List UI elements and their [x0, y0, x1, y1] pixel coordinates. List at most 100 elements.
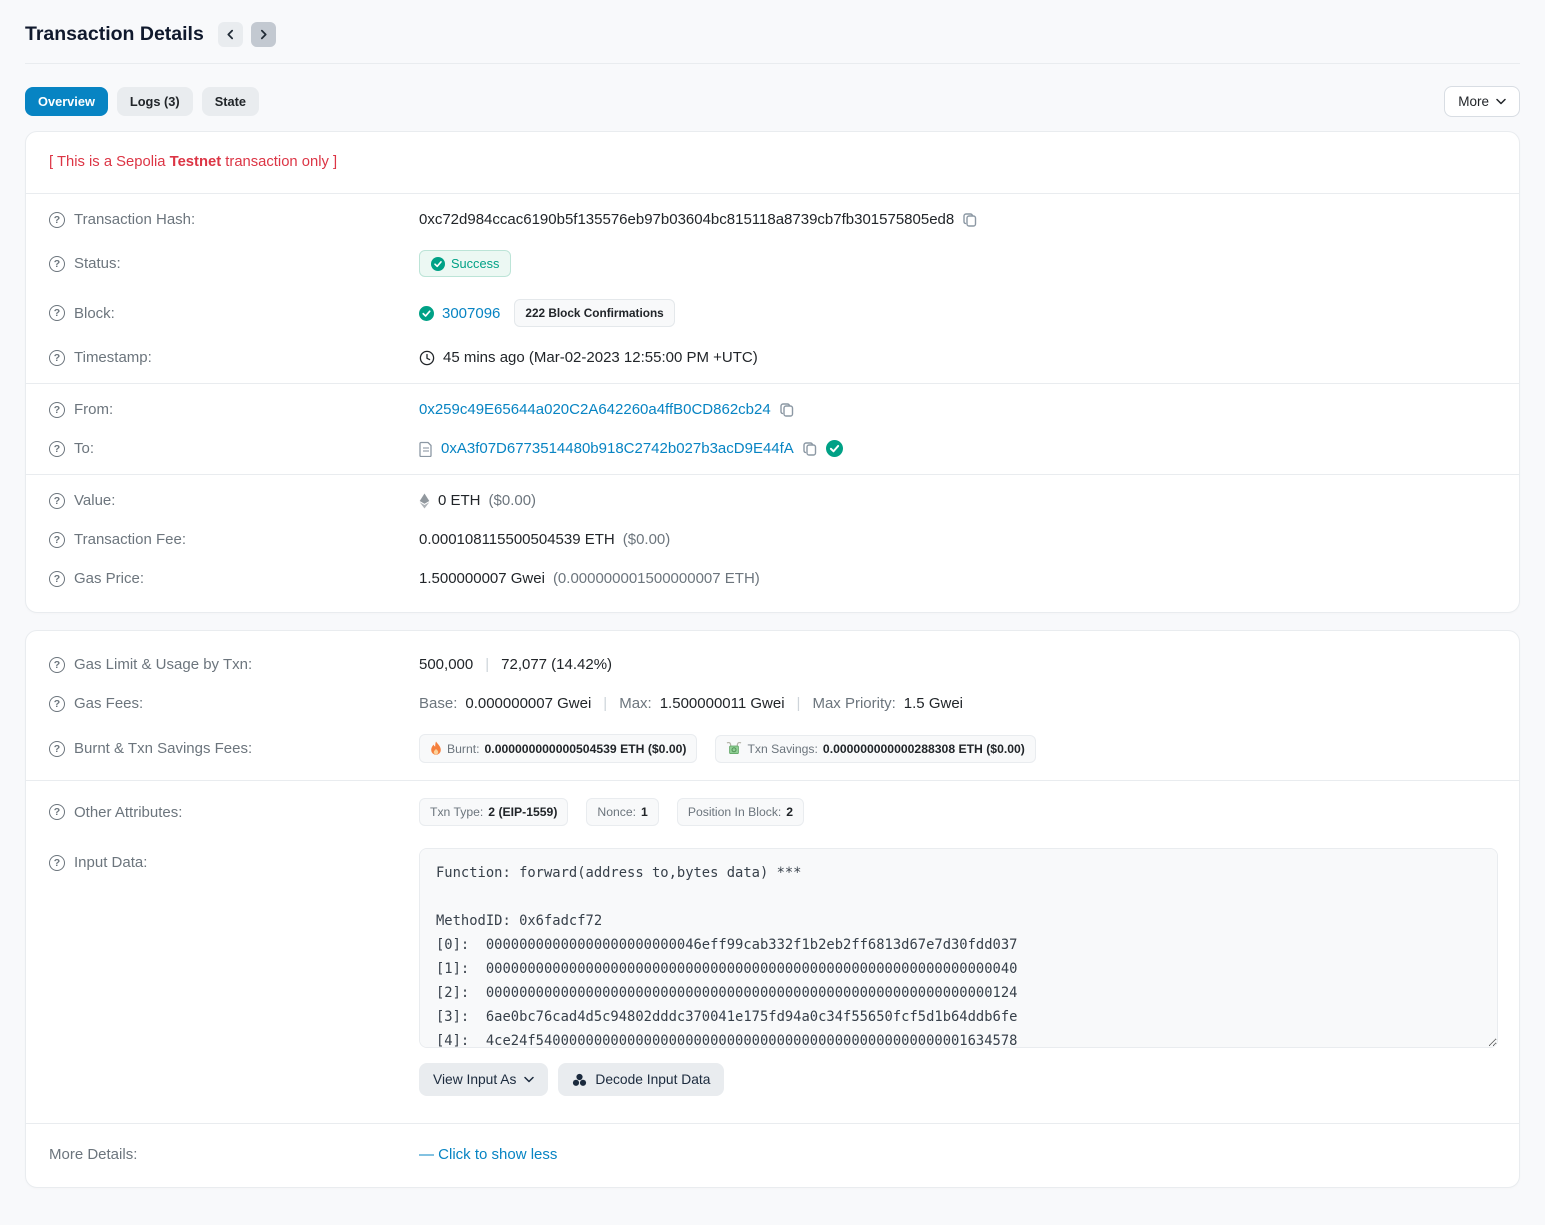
show-less-link[interactable]: — Click to show less	[419, 1146, 557, 1163]
burnt-savings-label: Burnt & Txn Savings Fees:	[74, 740, 252, 757]
chevron-down-icon	[524, 1076, 534, 1083]
help-icon[interactable]: ?	[49, 402, 65, 418]
gas-price-label: Gas Price:	[74, 570, 144, 587]
status-badge: Success	[419, 250, 511, 277]
block-number-link[interactable]: 3007096	[442, 305, 500, 322]
input-data-label: Input Data:	[74, 854, 147, 871]
copy-to-address-button[interactable]	[802, 441, 818, 457]
view-input-as-button[interactable]: View Input As	[419, 1063, 548, 1096]
help-icon[interactable]: ?	[49, 305, 65, 321]
txn-type-badge-value: 2 (EIP-1559)	[488, 805, 557, 819]
position-in-block-badge-value: 2	[786, 805, 793, 819]
tabs: Overview Logs (3) State	[25, 87, 259, 116]
burnt-badge-value: 0.000000000000504539 ETH ($0.00)	[485, 742, 687, 756]
help-icon[interactable]: ?	[49, 532, 65, 548]
separator: |	[481, 656, 493, 673]
copy-from-address-button[interactable]	[779, 402, 795, 418]
nonce-badge-label: Nonce:	[597, 805, 636, 819]
details-card: ? Gas Limit & Usage by Txn: 500,000 | 72…	[25, 630, 1520, 1188]
transaction-fee-label: Transaction Fee:	[74, 531, 186, 548]
transaction-fee-usd: ($0.00)	[623, 531, 671, 548]
block-label: Block:	[74, 305, 115, 322]
help-icon[interactable]: ?	[49, 571, 65, 587]
testnet-warning-suffix: transaction only ]	[221, 154, 337, 170]
next-txn-button[interactable]	[251, 22, 276, 47]
gas-limit-value: 500,000	[419, 656, 473, 673]
flame-icon	[430, 741, 442, 756]
nonce-badge: Nonce: 1	[586, 798, 658, 826]
to-row: ? To: 0xA3f07D6773514480b918C2742b027b3a…	[49, 429, 1496, 468]
verified-check-circle-icon	[826, 440, 843, 457]
to-address-link[interactable]: 0xA3f07D6773514480b918C2742b027b3acD9E44…	[441, 440, 794, 457]
help-icon[interactable]: ?	[49, 741, 65, 757]
gas-price-eth: (0.000000001500000007 ETH)	[553, 570, 760, 587]
more-details-label: More Details:	[49, 1146, 137, 1163]
txn-savings-badge-value: 0.000000000000288308 ETH ($0.00)	[823, 742, 1025, 756]
txn-savings-badge-label: Txn Savings:	[747, 742, 817, 756]
separator: |	[793, 695, 805, 712]
help-icon[interactable]: ?	[49, 696, 65, 712]
max-fee-value: 1.500000011 Gwei	[660, 695, 785, 712]
to-label: To:	[74, 440, 94, 457]
timestamp-value: 45 mins ago (Mar-02-2023 12:55:00 PM +UT…	[443, 349, 758, 366]
from-row: ? From: 0x259c49E65644a020C2A642260a4ffB…	[49, 390, 1496, 429]
overview-card: [ This is a Sepolia Testnet transaction …	[25, 131, 1520, 613]
ethereum-icon	[419, 493, 430, 509]
transaction-hash-row: ? Transaction Hash: 0xc72d984ccac6190b5f…	[49, 200, 1496, 239]
help-icon[interactable]: ?	[49, 657, 65, 673]
help-icon[interactable]: ?	[49, 493, 65, 509]
status-label: Status:	[74, 255, 121, 272]
from-address-link[interactable]: 0x259c49E65644a020C2A642260a4ffB0CD862cb…	[419, 401, 771, 418]
transaction-hash-label: Transaction Hash:	[74, 211, 195, 228]
input-data-row: ? Input Data: Function: forward(address …	[49, 837, 1496, 1107]
previous-txn-button[interactable]	[218, 22, 243, 47]
copy-transaction-hash-button[interactable]	[962, 212, 978, 228]
other-attributes-label: Other Attributes:	[74, 804, 182, 821]
check-circle-icon	[419, 306, 434, 321]
gas-fees-label: Gas Fees:	[74, 695, 143, 712]
help-icon[interactable]: ?	[49, 441, 65, 457]
gas-fees-row: ? Gas Fees: Base: 0.000000007 Gwei | Max…	[49, 684, 1496, 723]
divider	[26, 383, 1519, 384]
more-dropdown-button[interactable]: More	[1444, 86, 1520, 117]
help-icon[interactable]: ?	[49, 256, 65, 272]
copy-icon	[802, 441, 818, 457]
divider	[26, 780, 1519, 781]
txn-nav	[218, 22, 276, 47]
base-fee-label: Base:	[419, 695, 457, 712]
tab-state[interactable]: State	[202, 87, 259, 116]
tab-logs[interactable]: Logs (3)	[117, 87, 193, 116]
gas-limit-usage-row: ? Gas Limit & Usage by Txn: 500,000 | 72…	[49, 645, 1496, 684]
tabs-row: Overview Logs (3) State More	[25, 86, 1520, 117]
gas-price-row: ? Gas Price: 1.500000007 Gwei (0.0000000…	[49, 559, 1496, 598]
divider	[26, 1123, 1519, 1124]
nonce-badge-value: 1	[641, 805, 648, 819]
status-row: ? Status: Success	[49, 239, 1496, 288]
contract-file-icon	[419, 441, 433, 457]
separator: |	[599, 695, 611, 712]
help-icon[interactable]: ?	[49, 855, 65, 871]
chevron-right-icon	[258, 29, 269, 40]
tab-overview[interactable]: Overview	[25, 87, 108, 116]
help-icon[interactable]: ?	[49, 804, 65, 820]
status-badge-label: Success	[451, 256, 499, 271]
decode-input-data-button[interactable]: Decode Input Data	[558, 1063, 724, 1096]
txn-type-badge: Txn Type: 2 (EIP-1559)	[419, 798, 568, 826]
transaction-fee-value: 0.000108115500504539 ETH	[419, 531, 615, 548]
burnt-badge-label: Burnt:	[447, 742, 480, 756]
input-data-textarea[interactable]: Function: forward(address to,bytes data)…	[419, 848, 1498, 1048]
block-confirmations-badge: 222 Block Confirmations	[514, 299, 674, 327]
decode-icon	[572, 1073, 587, 1087]
more-details-row: More Details: — Click to show less	[49, 1130, 1496, 1173]
timestamp-row: ? Timestamp: 45 mins ago (Mar-02-2023 12…	[49, 338, 1496, 377]
help-icon[interactable]: ?	[49, 212, 65, 228]
position-in-block-badge: Position In Block: 2	[677, 798, 804, 826]
gas-used-value: 72,077 (14.42%)	[501, 656, 612, 673]
check-circle-icon	[431, 257, 445, 271]
gas-price-value: 1.500000007 Gwei	[419, 570, 545, 587]
help-icon[interactable]: ?	[49, 350, 65, 366]
gas-limit-usage-label: Gas Limit & Usage by Txn:	[74, 656, 252, 673]
position-in-block-badge-label: Position In Block:	[688, 805, 781, 819]
max-priority-fee-label: Max Priority:	[812, 695, 895, 712]
divider	[26, 474, 1519, 475]
